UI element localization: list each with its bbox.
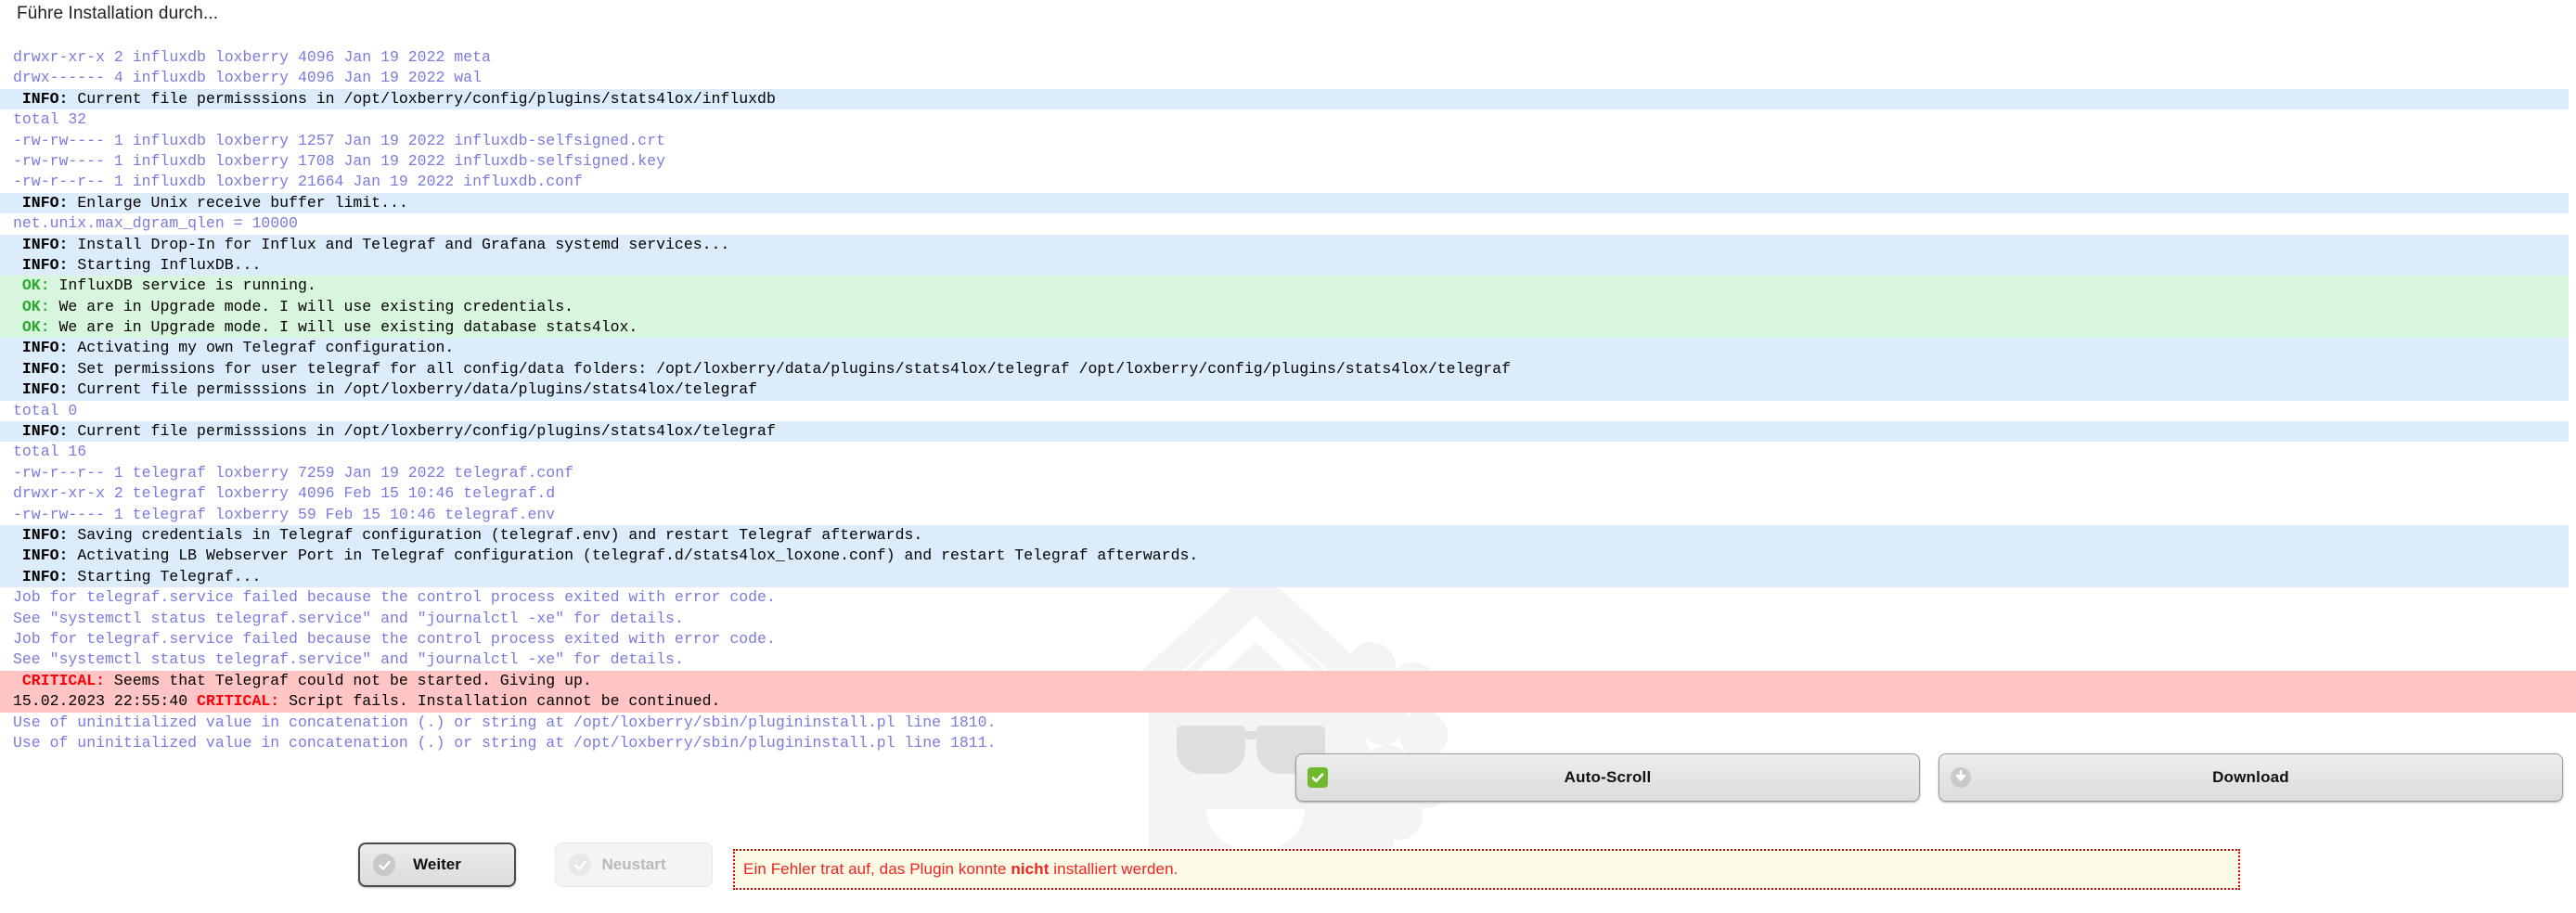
error-message-text: Ein Fehler trat auf, das Plugin konnte n…: [743, 860, 1178, 879]
log-severity-tag: INFO:: [21, 547, 69, 565]
log-severity-tag: CRITICAL:: [21, 671, 106, 689]
log-line-plain: -rw-rw---- 1 telegraf loxberry 59 Feb 15…: [13, 505, 556, 523]
download-arrow-icon[interactable]: [1951, 767, 1971, 788]
log-severity-tag: OK:: [21, 297, 50, 315]
check-circle-icon: [569, 854, 591, 876]
checkbox-checked-icon[interactable]: [1307, 767, 1328, 788]
log-severity-tag: INFO:: [21, 255, 69, 274]
log-severity-tag: INFO:: [21, 235, 69, 253]
auto-scroll-label: Auto-Scroll: [1564, 768, 1652, 786]
footer-action-bar: Weiter Neustart Ein Fehler trat auf, das…: [0, 842, 2576, 913]
error-text-emphasis: nicht: [1011, 860, 1050, 878]
log-timestamp: 15.02.2023 22:55:40: [13, 692, 198, 711]
log-message: Activating my own Telegraf configuration…: [68, 339, 455, 357]
log-line-ok: OK: InfluxDB service is running.: [0, 276, 2569, 297]
log-line-ok: OK: We are in Upgrade mode. I will use e…: [0, 317, 2569, 339]
log-line-plain: See "systemctl status telegraf.service" …: [13, 609, 684, 627]
log-severity-tag: INFO:: [21, 567, 69, 585]
log-line-crit: CRITICAL: Seems that Telegraf could not …: [0, 670, 2576, 692]
log-severity-tag: INFO:: [21, 525, 69, 544]
log-message: Current file permisssions in /opt/loxber…: [68, 89, 776, 108]
download-button[interactable]: Download: [1938, 753, 2563, 802]
log-line-plain: total 16: [13, 443, 87, 461]
log-message: Current file permisssions in /opt/loxber…: [68, 422, 776, 441]
log-line-plain: total 32: [13, 110, 87, 129]
log-line-info: INFO: Saving credentials in Telegraf con…: [0, 524, 2569, 547]
log-line-info: INFO: Install Drop-In for Influx and Tel…: [0, 234, 2569, 255]
log-line-plain: total 0: [13, 401, 78, 419]
log-line-plain: net.unix.max_dgram_qlen = 10000: [13, 214, 298, 233]
log-line-plain: See "systemctl status telegraf.service" …: [13, 650, 684, 669]
log-message: Activating LB Webserver Port in Telegraf…: [68, 547, 1199, 565]
log-message: Current file permisssions in /opt/loxber…: [68, 380, 758, 399]
log-message: We are in Upgrade mode. I will use exist…: [49, 297, 574, 315]
weiter-label: Weiter: [413, 855, 461, 873]
log-message: Install Drop-In for Influx and Telegraf …: [68, 235, 730, 253]
log-severity-tag: INFO:: [21, 193, 69, 212]
log-message: Script fails. Installation cannot be con…: [279, 692, 721, 711]
error-text-before: Ein Fehler trat auf, das Plugin konnte: [743, 860, 1011, 878]
neustart-button: Neustart: [555, 842, 713, 887]
log-line-plain: Job for telegraf.service failed because …: [13, 588, 776, 607]
log-line-plain: -rw-r--r-- 1 telegraf loxberry 7259 Jan …: [13, 463, 573, 482]
log-line-info: INFO: Activating LB Webserver Port in Te…: [0, 546, 2569, 567]
log-severity-tag: INFO:: [21, 380, 69, 399]
log-line-info: INFO: Current file permisssions in /opt/…: [0, 379, 2569, 401]
weiter-button[interactable]: Weiter: [358, 842, 516, 887]
log-line-plain: drwx------ 4 influxdb loxberry 4096 Jan …: [13, 69, 482, 87]
log-line-crit: 15.02.2023 22:55:40 CRITICAL: Script fai…: [0, 691, 2576, 713]
log-line-plain: drwxr-xr-x 2 telegraf loxberry 4096 Feb …: [13, 484, 556, 503]
log-line-plain: Use of uninitialized value in concatenat…: [13, 733, 997, 752]
log-severity-tag: OK:: [21, 318, 50, 337]
log-message: Seems that Telegraf could not be started…: [105, 671, 592, 689]
auto-scroll-toggle-button[interactable]: Auto-Scroll: [1295, 753, 1920, 802]
log-message: Starting InfluxDB...: [68, 255, 262, 274]
log-message: Starting Telegraf...: [68, 567, 262, 585]
log-severity-tag: INFO:: [21, 359, 69, 378]
installation-error-message: Ein Fehler trat auf, das Plugin konnte n…: [733, 849, 2240, 890]
log-severity-tag: OK:: [21, 276, 50, 295]
log-line-info: INFO: Set permissions for user telegraf …: [0, 358, 2569, 380]
log-line-plain: -rw-r--r-- 1 influxdb loxberry 21664 Jan…: [13, 173, 583, 191]
installation-log-console[interactable]: drwxr-xr-x 2 influxdb loxberry 4096 Jan …: [0, 47, 2576, 753]
log-severity-tag: INFO:: [21, 339, 69, 357]
log-message: Saving credentials in Telegraf configura…: [68, 525, 923, 544]
log-line-info: INFO: Starting Telegraf...: [0, 566, 2569, 588]
log-line-ok: OK: We are in Upgrade mode. I will use e…: [0, 296, 2569, 318]
log-line-info: INFO: Enlarge Unix receive buffer limit.…: [0, 192, 2569, 214]
log-controls-toolbar: Auto-Scroll Download: [1295, 753, 2563, 802]
log-line-info: INFO: Current file permisssions in /opt/…: [0, 88, 2569, 110]
log-message: Enlarge Unix receive buffer limit...: [68, 193, 408, 212]
log-severity-tag: CRITICAL:: [197, 692, 280, 711]
page-title: Führe Installation durch...: [17, 4, 219, 23]
log-line-plain: drwxr-xr-x 2 influxdb loxberry 4096 Jan …: [13, 48, 491, 66]
log-line-plain: Use of uninitialized value in concatenat…: [13, 713, 997, 731]
log-line-plain: -rw-rw---- 1 influxdb loxberry 1257 Jan …: [13, 131, 666, 149]
log-message: Set permissions for user telegraf for al…: [68, 359, 1511, 378]
log-line-info: INFO: Starting InfluxDB...: [0, 254, 2569, 276]
log-line-info: INFO: Activating my own Telegraf configu…: [0, 338, 2569, 359]
download-label: Download: [2212, 768, 2289, 786]
log-message: We are in Upgrade mode. I will use exist…: [49, 318, 638, 337]
log-severity-tag: INFO:: [21, 89, 69, 108]
log-line-plain: Job for telegraf.service failed because …: [13, 629, 776, 648]
neustart-label: Neustart: [601, 855, 666, 873]
log-message: InfluxDB service is running.: [49, 276, 316, 295]
check-circle-icon: [373, 854, 395, 876]
error-text-after: installiert werden.: [1049, 860, 1179, 878]
log-line-info: INFO: Current file permisssions in /opt/…: [0, 421, 2569, 443]
log-severity-tag: INFO:: [21, 422, 69, 441]
log-line-plain: -rw-rw---- 1 influxdb loxberry 1708 Jan …: [13, 151, 666, 170]
